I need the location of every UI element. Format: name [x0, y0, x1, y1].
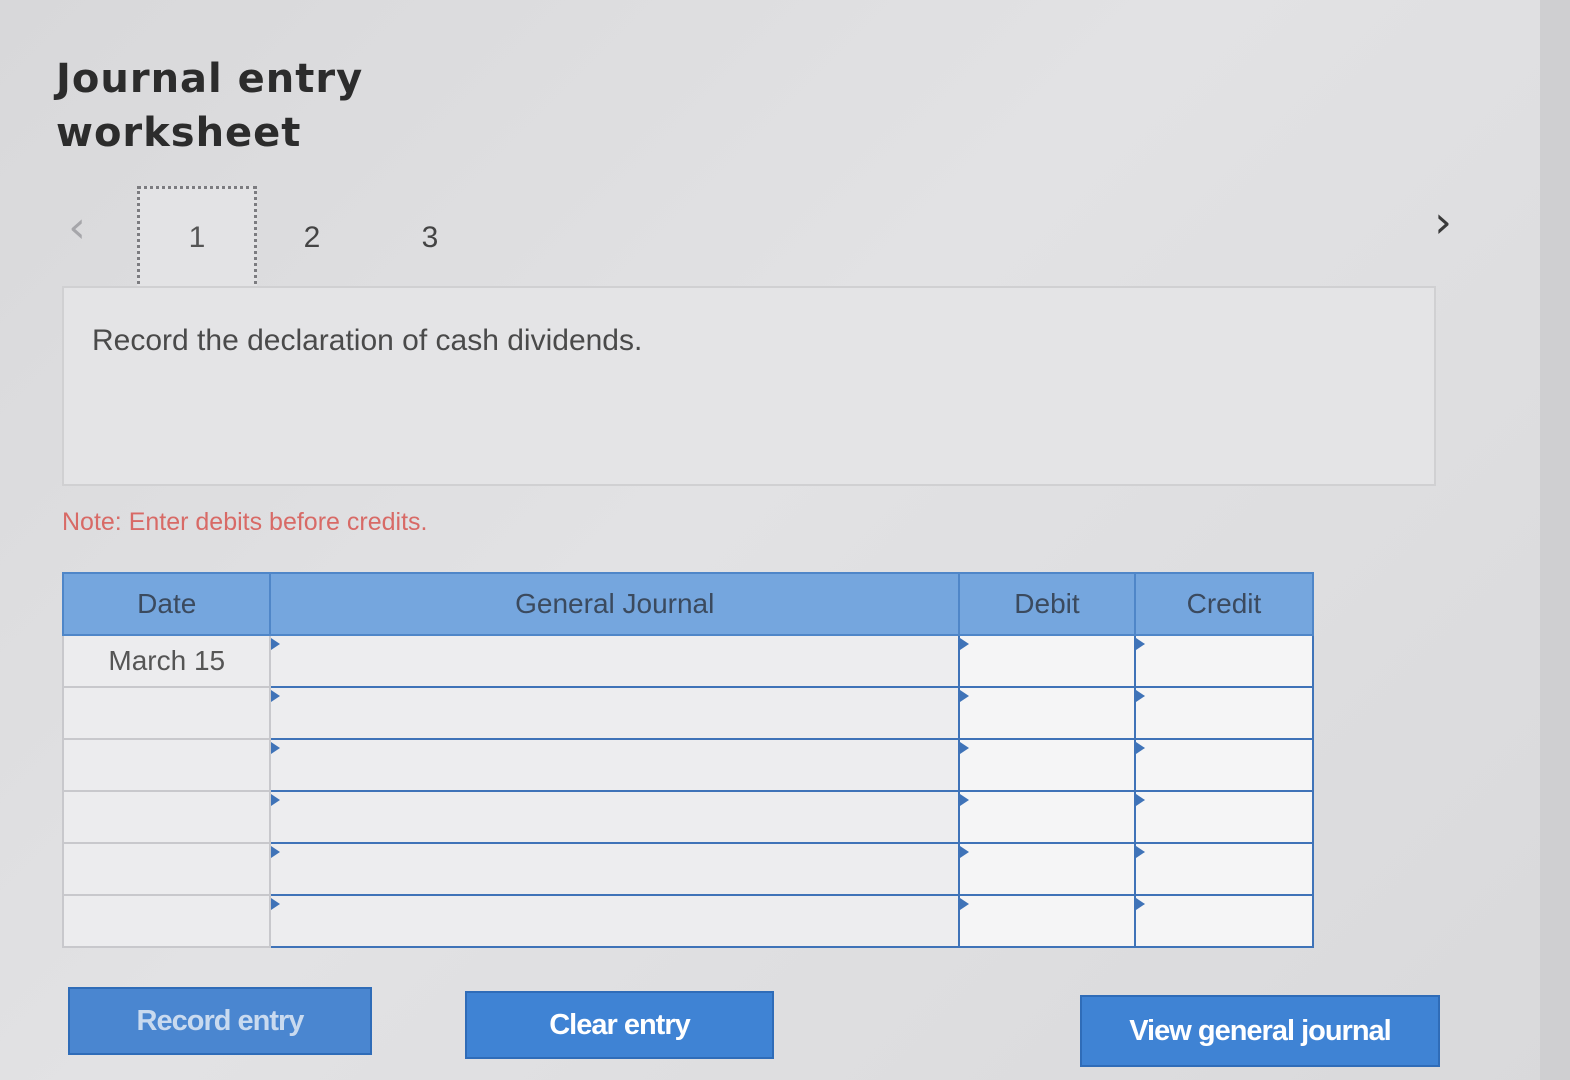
page-title-line2: worksheet: [56, 110, 302, 156]
account-input[interactable]: [269, 634, 961, 688]
debit-input[interactable]: [958, 738, 1136, 792]
header-general-journal: General Journal: [269, 572, 961, 636]
credit-input[interactable]: [1133, 634, 1315, 688]
date-cell: March 15: [61, 634, 272, 688]
note-text: Note: Enter debits before credits.: [62, 508, 428, 536]
chevron-right-icon[interactable]: ›: [1428, 200, 1458, 246]
table-row: [61, 686, 1315, 740]
view-general-journal-button[interactable]: View general journal: [1080, 995, 1440, 1067]
record-entry-button[interactable]: Record entry: [68, 987, 372, 1055]
debit-input[interactable]: [958, 790, 1136, 844]
date-cell: [61, 790, 272, 844]
table-row: March 15: [61, 634, 1315, 688]
tab-2[interactable]: 2: [262, 186, 362, 290]
clear-entry-button[interactable]: Clear entry: [465, 991, 774, 1059]
date-cell: [61, 686, 272, 740]
journal-table: Date General Journal Debit Credit March …: [61, 572, 1315, 948]
credit-input[interactable]: [1133, 738, 1315, 792]
table-row: [61, 738, 1315, 792]
debit-input[interactable]: [958, 686, 1136, 740]
credit-input[interactable]: [1133, 894, 1315, 948]
tab-1[interactable]: 1: [137, 186, 257, 290]
account-input[interactable]: [269, 842, 961, 896]
table-row: [61, 842, 1315, 896]
journal-header-row: Date General Journal Debit Credit: [61, 572, 1315, 636]
page-title-line1: Journal entry: [56, 56, 364, 102]
account-input[interactable]: [269, 894, 961, 948]
date-cell: [61, 738, 272, 792]
page-title: Journal entry worksheet: [56, 52, 363, 160]
account-input[interactable]: [269, 738, 961, 792]
date-cell: [61, 894, 272, 948]
header-date: Date: [61, 572, 272, 636]
header-debit: Debit: [958, 572, 1136, 636]
debit-input[interactable]: [958, 634, 1136, 688]
page-edge: [1540, 0, 1570, 1080]
account-input[interactable]: [269, 686, 961, 740]
credit-input[interactable]: [1133, 790, 1315, 844]
chevron-left-icon[interactable]: ‹: [62, 205, 92, 251]
debit-input[interactable]: [958, 842, 1136, 896]
debit-input[interactable]: [958, 894, 1136, 948]
account-input[interactable]: [269, 790, 961, 844]
credit-input[interactable]: [1133, 842, 1315, 896]
table-row: [61, 790, 1315, 844]
tab-3[interactable]: 3: [380, 186, 480, 290]
question-text: Record the declaration of cash dividends…: [92, 324, 643, 357]
date-cell: [61, 842, 272, 896]
header-credit: Credit: [1133, 572, 1315, 636]
question-panel: Record the declaration of cash dividends…: [62, 286, 1436, 486]
table-row: [61, 894, 1315, 948]
credit-input[interactable]: [1133, 686, 1315, 740]
